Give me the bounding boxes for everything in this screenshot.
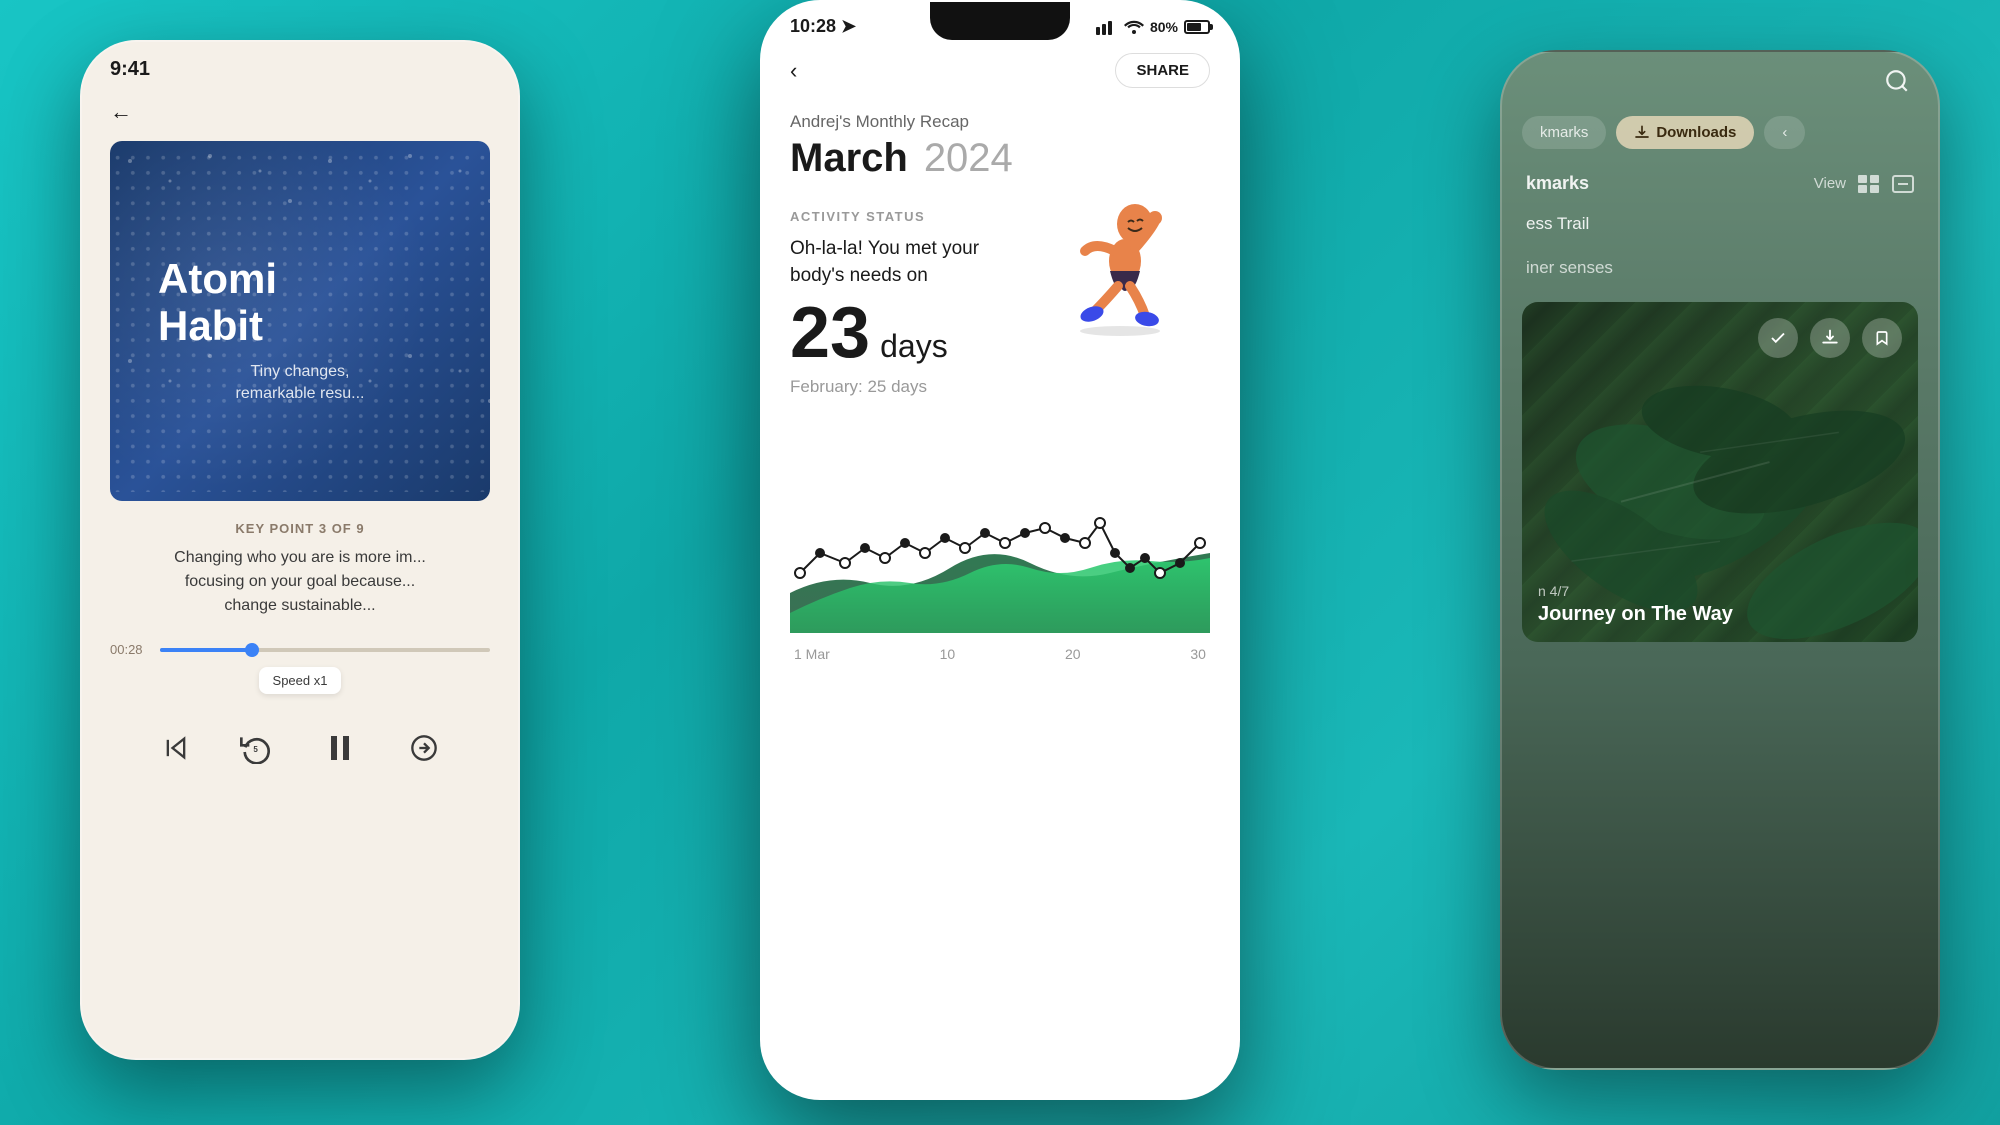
phone-left: 9:41 ← AtomiHabit Tiny changes,remarkabl… — [80, 40, 520, 1060]
chart-label-1mar: 1 Mar — [794, 646, 830, 662]
progress-bar[interactable] — [160, 648, 490, 652]
grid-icon[interactable] — [1858, 175, 1880, 193]
key-point-text: Changing who you are is more im...focusi… — [110, 546, 490, 618]
book-subtitle: Tiny changes,remarkable resu... — [134, 349, 466, 406]
right-status-bar — [1502, 52, 1938, 108]
phone-center: 10:28 ➤ 80% ‹ SHARE Andrej — [760, 0, 1240, 1100]
center-header: ‹ SHARE — [790, 53, 1210, 88]
left-back-button[interactable]: ← — [110, 99, 490, 125]
card-actions — [1758, 318, 1902, 358]
center-back-button[interactable]: ‹ — [790, 58, 797, 84]
audio-controls: 5 — [110, 710, 490, 786]
card-info: n 4/7 Journey on The Way — [1538, 583, 1902, 626]
card-title: Journey on The Way — [1538, 603, 1902, 626]
replay-5-button[interactable]: 5 — [232, 724, 280, 772]
view-label: View — [1814, 175, 1846, 192]
recap-month: March — [790, 136, 908, 181]
card-thumbnail: n 4/7 Journey on The Way — [1522, 302, 1918, 642]
card-episode: n 4/7 — [1538, 583, 1902, 599]
view-options: View — [1814, 175, 1914, 193]
recap-subtitle: Andrej's Monthly Recap — [790, 112, 1210, 132]
tabs-row: kmarks Downloads ‹ — [1502, 108, 1938, 157]
bookmark-button[interactable] — [1862, 318, 1902, 358]
download-button[interactable] — [1810, 318, 1850, 358]
left-content: ← AtomiHabit Tiny changes,remarkable res… — [82, 89, 518, 796]
speed-button[interactable]: Speed x1 — [259, 667, 342, 694]
chart-label-20: 20 — [1065, 646, 1081, 662]
progress-thumb — [245, 643, 259, 657]
days-number: 23 — [790, 297, 870, 369]
chart-label-10: 10 — [940, 646, 956, 662]
left-status-bar: 9:41 — [82, 42, 518, 89]
center-time: 10:28 ➤ — [790, 16, 856, 37]
share-button[interactable]: SHARE — [1115, 53, 1210, 88]
list-item-senses: iner senses — [1502, 246, 1938, 290]
tab-downloads[interactable]: Downloads — [1616, 116, 1754, 149]
right-section-header: kmarks View — [1502, 157, 1938, 202]
downloads-label: Downloads — [1656, 124, 1736, 141]
tab-more[interactable]: ‹ — [1764, 116, 1805, 149]
chart-label-30: 30 — [1190, 646, 1206, 662]
phone-right: kmarks Downloads ‹ kmarks View ess T — [1500, 50, 1940, 1070]
list-icon[interactable] — [1892, 175, 1914, 193]
center-content: ‹ SHARE Andrej's Monthly Recap March 202… — [762, 37, 1238, 1073]
progress-fill — [160, 648, 252, 652]
activity-chart: 1 Mar 10 20 30 — [790, 397, 1210, 662]
recap-year: 2024 — [924, 136, 1013, 181]
audio-progress: 00:28 — [110, 642, 490, 657]
left-time: 9:41 — [110, 58, 150, 81]
search-icon[interactable] — [1884, 68, 1910, 100]
key-point-label: KEY POINT 3 OF 9 — [110, 521, 490, 536]
chart-labels: 1 Mar 10 20 30 — [790, 638, 1210, 662]
pause-button[interactable] — [312, 720, 368, 776]
status-icons: 80% — [1096, 19, 1210, 35]
prev-month: February: 25 days — [790, 377, 1210, 397]
bookmarks-section-title: kmarks — [1526, 173, 1589, 194]
book-cover: AtomiHabit Tiny changes,remarkable resu.… — [110, 141, 490, 501]
phone-notch — [930, 2, 1070, 40]
svg-text:5: 5 — [253, 745, 258, 754]
tab-bookmarks[interactable]: kmarks — [1522, 116, 1606, 149]
runner-illustration — [1050, 196, 1190, 336]
forward-button[interactable] — [400, 724, 448, 772]
list-item-trail: ess Trail — [1502, 202, 1938, 246]
book-title: AtomiHabit — [134, 256, 466, 348]
skip-back-button[interactable] — [152, 724, 200, 772]
audio-time: 00:28 — [110, 642, 150, 657]
days-label: days — [880, 328, 948, 365]
check-button[interactable] — [1758, 318, 1798, 358]
